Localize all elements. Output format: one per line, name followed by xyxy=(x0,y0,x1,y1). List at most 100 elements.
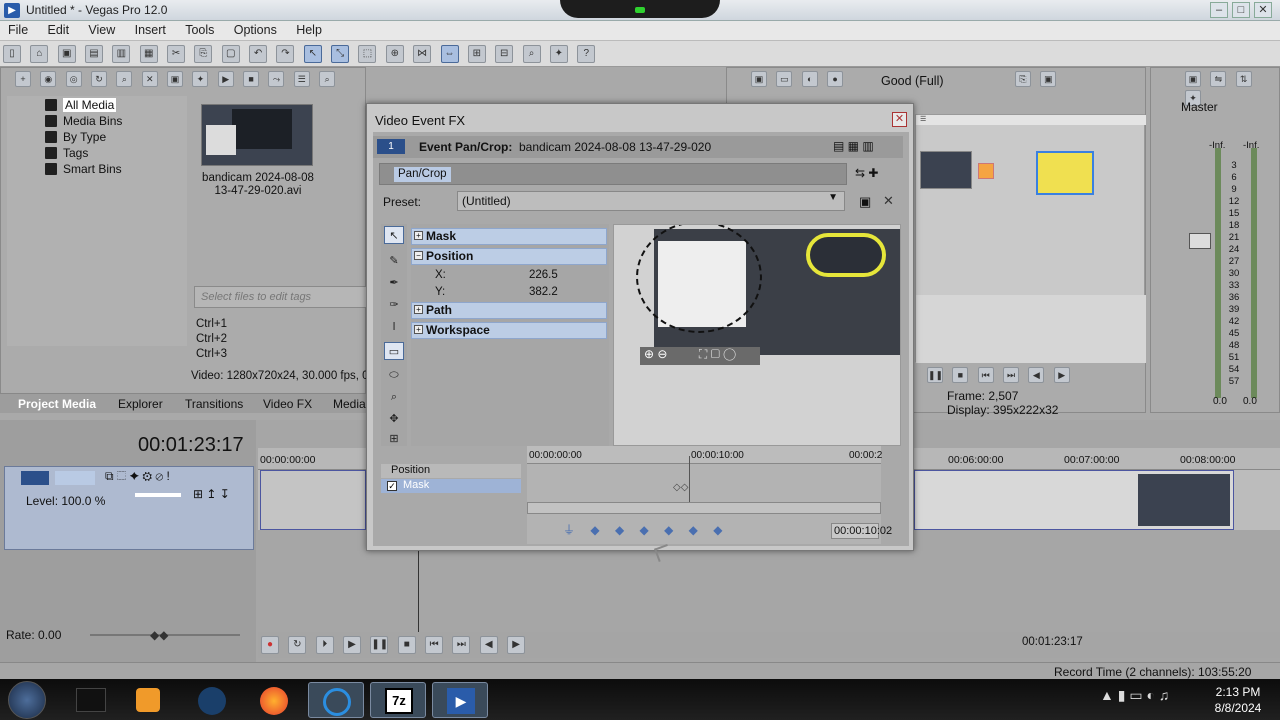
preview-next-icon[interactable]: ⏭ xyxy=(1003,367,1020,383)
delete-preset-icon[interactable]: ✕ xyxy=(883,193,894,209)
help-icon[interactable]: ? xyxy=(577,45,596,63)
copy-snapshot-icon[interactable]: ⎘ xyxy=(1015,71,1031,87)
normal-edit-tool-icon[interactable]: ↖ xyxy=(303,45,322,63)
search-icon[interactable]: ⌕ xyxy=(522,45,541,63)
save-as-icon[interactable]: ▤ xyxy=(85,45,104,63)
video-track-header[interactable]: ⧉ ⬚ ✦ ⚙ ⊘ ! ⊞ ↥ ↧ xyxy=(4,466,254,550)
preview-fwd-icon[interactable]: ▶ xyxy=(1053,367,1070,383)
preview-prev-icon[interactable]: ⏮ xyxy=(977,367,994,383)
minimize-button[interactable]: – xyxy=(1210,2,1228,18)
zoom-icon[interactable]: ⌕ xyxy=(384,388,404,406)
tab-transitions[interactable]: Transitions xyxy=(185,397,243,411)
pen-icon[interactable]: ✒ xyxy=(384,274,404,292)
close-button[interactable]: ✕ xyxy=(1254,2,1272,18)
capture-icon[interactable]: ◉ xyxy=(40,71,57,87)
redo-icon[interactable]: ↷ xyxy=(276,45,295,63)
selection-tool-icon[interactable]: ⬚ xyxy=(358,45,377,63)
system-tray[interactable]: ▲ ▮ ▭ ◐ ♫ xyxy=(1100,687,1169,704)
play-icon[interactable]: ▶ xyxy=(343,636,362,654)
preset-dropdown[interactable]: (Untitled) ▼ xyxy=(457,191,845,211)
tree-item-tags[interactable]: Tags xyxy=(37,146,88,160)
tab-video-fx[interactable]: Video FX xyxy=(263,397,312,411)
pen-add-icon[interactable]: ✑ xyxy=(384,296,404,314)
zoom-out-icon[interactable]: ⊖ xyxy=(657,347,667,361)
split-screen-icon[interactable]: ◐ xyxy=(801,71,818,87)
taskbar-vegas[interactable]: ▶ xyxy=(432,682,488,718)
dialog-close-button[interactable]: ✕ xyxy=(892,112,907,127)
go-to-end-icon[interactable]: ⏭ xyxy=(452,636,471,654)
last-keyframe-icon[interactable]: ◆ xyxy=(713,523,722,537)
tab-explorer[interactable]: Explorer xyxy=(118,397,163,411)
tree-item-by-type[interactable]: By Type xyxy=(37,130,106,144)
preview-quality-dropdown[interactable]: Good (Full) xyxy=(881,74,944,88)
get-media-icon[interactable]: ◎ xyxy=(65,71,82,87)
save-snapshot-icon[interactable]: ▣ xyxy=(1040,71,1057,87)
kf-playhead[interactable] xyxy=(689,456,690,504)
taskbar-app-1[interactable] xyxy=(64,682,120,718)
track-buttons[interactable]: ⧉ ⬚ ✦ ⚙ ⊘ ! xyxy=(105,469,170,484)
tab-project-media[interactable]: Project Media xyxy=(18,397,96,411)
fx-chip-pan-crop[interactable]: Pan/Crop xyxy=(394,167,451,182)
taskbar-clock[interactable]: 2:13 PM 8/8/2024 xyxy=(1196,684,1280,716)
ignore-grouping-icon[interactable]: ⊟ xyxy=(495,45,514,63)
kf-cursor-timecode[interactable]: 00:00:10:02 xyxy=(831,523,892,539)
menu-file[interactable]: File xyxy=(0,21,36,37)
keyframe-timeline[interactable]: 00:00:00:00 00:00:10:00 00:00:2 ◇◇ ⏚ ◆ ◆… xyxy=(527,446,892,544)
new-icon[interactable]: ▯ xyxy=(3,45,21,63)
start-button[interactable] xyxy=(8,681,46,719)
group-position[interactable]: − Position xyxy=(411,248,607,265)
anchor-creation-icon[interactable]: ✎ xyxy=(384,252,404,270)
zoom-icon[interactable]: ⌕ xyxy=(319,71,336,87)
overlays-icon[interactable]: ● xyxy=(827,71,844,87)
tree-item-smart-bins[interactable]: Smart Bins xyxy=(37,162,122,176)
menu-help[interactable]: Help xyxy=(288,21,330,37)
preview-pause-icon[interactable]: ❚❚ xyxy=(927,367,943,383)
rectangle-mask-icon[interactable]: ▭ xyxy=(384,342,404,360)
remove-icon[interactable]: ✕ xyxy=(141,71,158,87)
maximize-button[interactable]: □ xyxy=(1232,2,1250,18)
preview-stop-icon[interactable]: ■ xyxy=(952,367,969,383)
next-keyframe-icon[interactable]: ◆ xyxy=(689,523,698,537)
next-frame-icon[interactable]: ▶ xyxy=(507,636,526,654)
tree-item-media-bins[interactable]: Media Bins xyxy=(37,114,122,128)
render-icon[interactable]: ▥ xyxy=(112,45,131,63)
paste-icon[interactable]: ▢ xyxy=(221,45,240,63)
stop-media-icon[interactable]: ■ xyxy=(243,71,260,87)
save-preset-icon[interactable]: ▣ xyxy=(859,194,871,210)
delete-keyframe-icon[interactable]: ◆ xyxy=(664,523,673,537)
taskbar-app-3[interactable] xyxy=(184,682,240,718)
prev-frame-icon[interactable]: ◀ xyxy=(479,636,498,654)
rate-slider-handle[interactable]: ◆◆ xyxy=(150,628,168,642)
external-monitor-icon[interactable]: ▭ xyxy=(776,71,793,87)
media-search-icon[interactable]: ⌕ xyxy=(116,71,133,87)
sync-cursor-icon[interactable]: ⏚ xyxy=(563,523,575,537)
play-from-start-icon[interactable]: ⏵ xyxy=(315,636,334,654)
move-icon[interactable]: ✥ xyxy=(384,410,404,428)
zoom-tool-icon[interactable]: ⊕ xyxy=(385,45,404,63)
group-path[interactable]: + Path xyxy=(411,302,607,319)
refresh-icon[interactable]: ↻ xyxy=(91,71,108,87)
taskbar-ie[interactable] xyxy=(308,682,364,718)
ellipse-mask-icon[interactable]: ⬭ xyxy=(384,366,404,384)
downmix-icon[interactable]: ⇋ xyxy=(1210,71,1227,87)
preview-properties-icon[interactable]: ▣ xyxy=(751,71,767,87)
track-name-field[interactable] xyxy=(55,471,95,485)
taskbar-media-player[interactable] xyxy=(120,682,176,718)
menu-insert[interactable]: Insert xyxy=(127,21,174,37)
kf-scrollbar[interactable] xyxy=(527,502,881,514)
tree-item-all-media[interactable]: All Media xyxy=(37,98,117,112)
auto-preview-icon[interactable]: ⤳ xyxy=(268,71,285,87)
play-media-icon[interactable]: ▶ xyxy=(217,71,234,87)
prev-keyframe-icon[interactable]: ◆ xyxy=(615,523,624,537)
undo-icon[interactable]: ↶ xyxy=(249,45,268,63)
add-keyframe-icon[interactable]: ◆ xyxy=(640,523,649,537)
save-icon[interactable]: ▣ xyxy=(57,45,76,63)
mask-workspace[interactable]: ⊕ ⊖ ⛶ ▢ ◯ xyxy=(613,224,901,446)
media-properties-icon[interactable]: ▣ xyxy=(167,71,184,87)
cut-icon[interactable]: ✂ xyxy=(167,45,186,63)
fit-icon[interactable]: ⛶ ▢ ◯ xyxy=(699,347,736,361)
level-slider[interactable] xyxy=(135,493,181,497)
properties-icon[interactable]: ▦ xyxy=(139,45,158,63)
media-thumbnail[interactable] xyxy=(201,104,313,166)
taskbar-7zip[interactable]: 7z xyxy=(370,682,426,718)
